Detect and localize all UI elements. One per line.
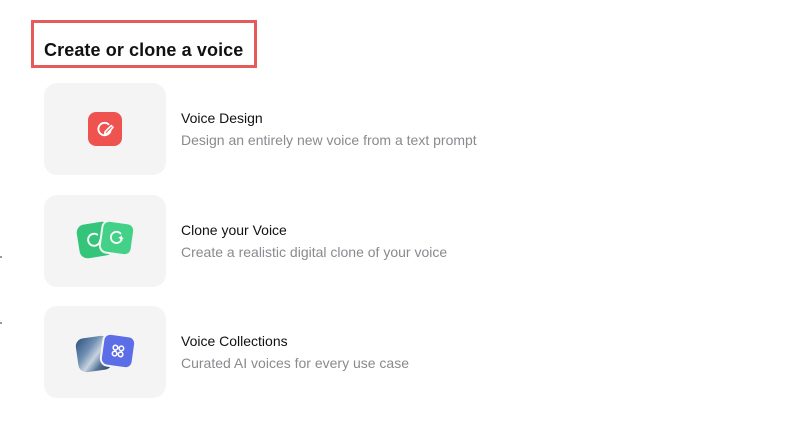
voice-design-icon bbox=[88, 112, 122, 146]
option-clone-voice[interactable]: Clone your Voice Create a realistic digi… bbox=[44, 195, 744, 287]
edge-mark bbox=[0, 322, 2, 324]
option-description: Curated AI voices for every use case bbox=[181, 355, 409, 371]
option-tile[interactable] bbox=[44, 195, 166, 287]
option-voice-design[interactable]: Voice Design Design an entirely new voic… bbox=[44, 83, 744, 175]
clone-voice-icon bbox=[97, 218, 137, 258]
section-title: Create or clone a voice bbox=[44, 40, 244, 60]
option-tile[interactable] bbox=[44, 83, 166, 175]
option-label: Voice Collections bbox=[181, 333, 288, 349]
page: Create or clone a voice Voice Design Des… bbox=[0, 0, 786, 430]
option-tile[interactable] bbox=[44, 306, 166, 398]
voice-collections-icon bbox=[98, 331, 138, 371]
option-label: Voice Design bbox=[181, 110, 263, 126]
option-description: Design an entirely new voice from a text… bbox=[181, 132, 477, 148]
option-voice-collections[interactable]: Voice Collections Curated AI voices for … bbox=[44, 306, 744, 398]
option-description: Create a realistic digital clone of your… bbox=[181, 244, 448, 260]
option-label: Clone your Voice bbox=[181, 222, 287, 238]
edge-mark bbox=[0, 256, 2, 258]
